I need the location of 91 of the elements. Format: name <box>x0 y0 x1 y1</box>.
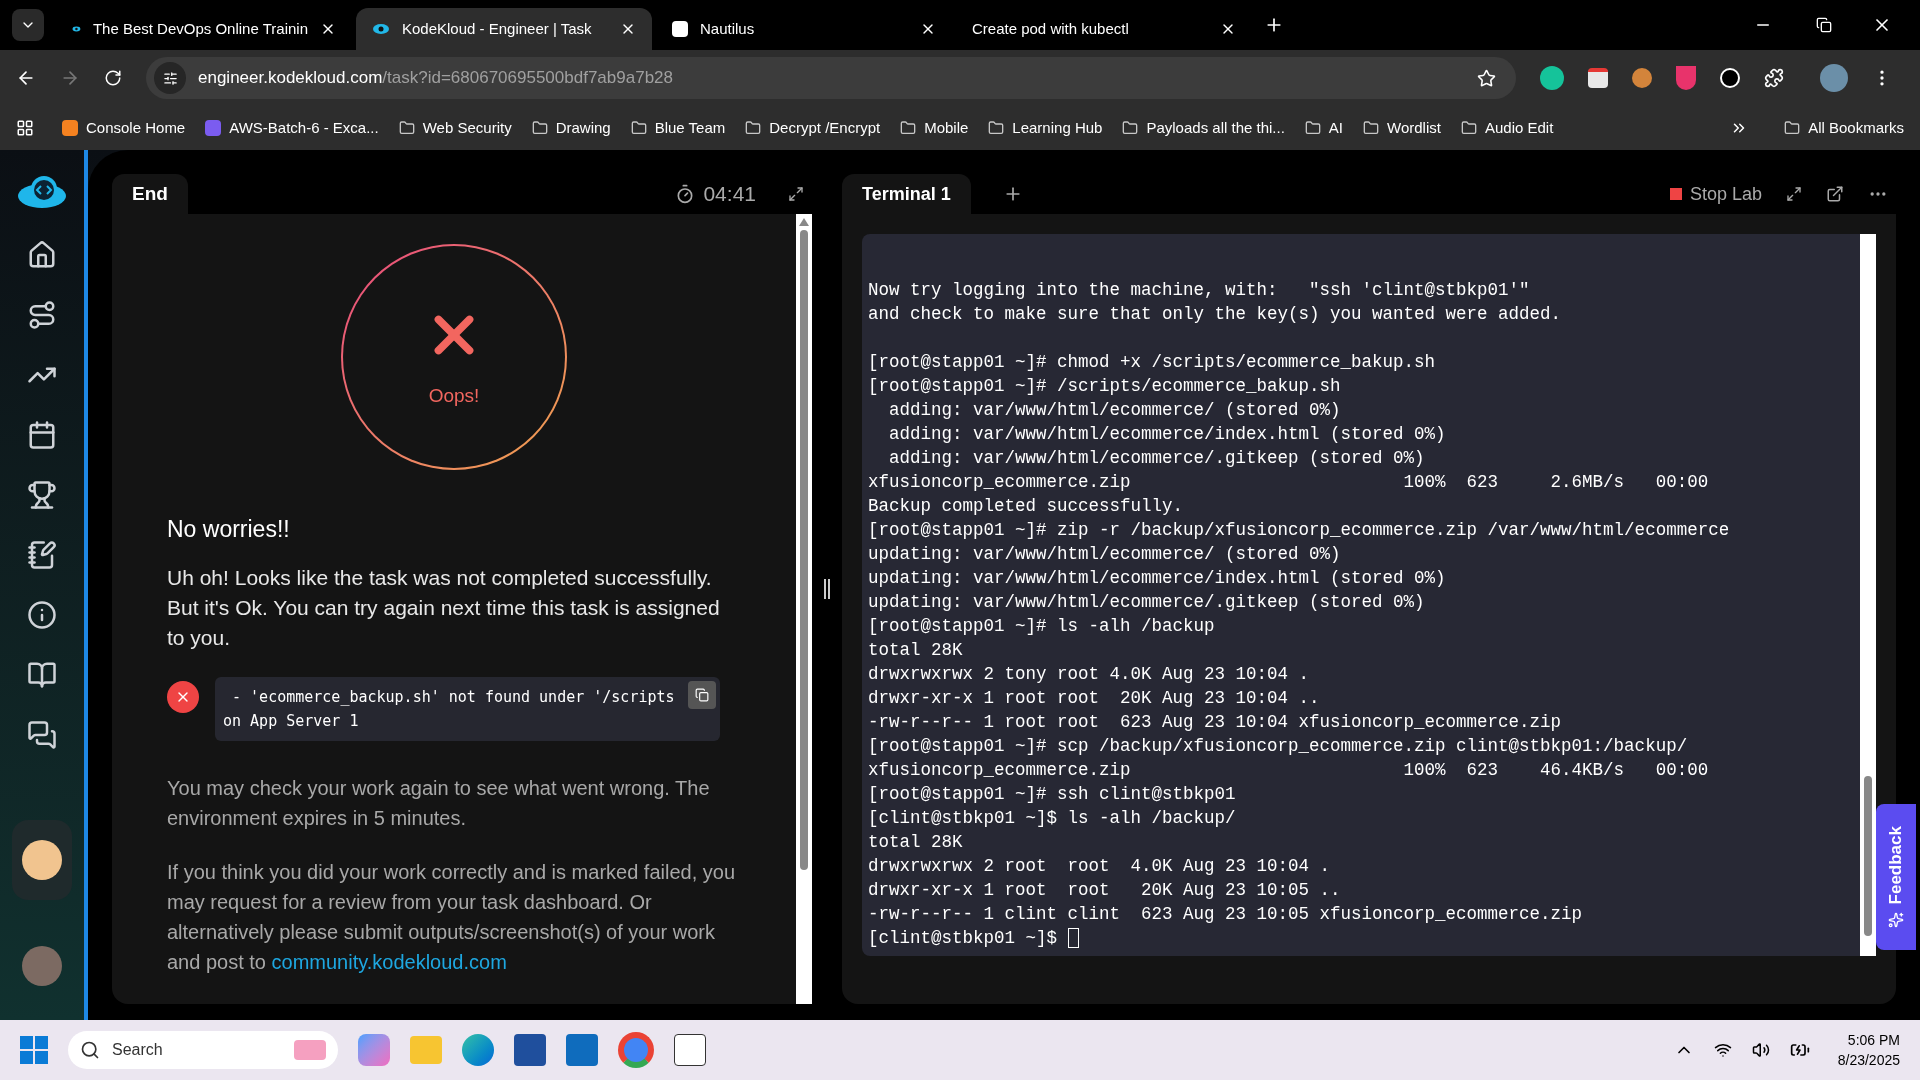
folder-icon <box>745 120 762 136</box>
chat-icon[interactable] <box>27 720 57 750</box>
timer-text: 04:41 <box>703 181 756 208</box>
folder-icon <box>900 120 917 136</box>
profile-avatar[interactable] <box>22 946 62 986</box>
folder-icon <box>988 120 1005 136</box>
result-heading: No worries!! <box>167 515 291 544</box>
external-link-icon[interactable] <box>1826 185 1844 203</box>
folder-icon <box>1304 120 1321 136</box>
bookmark-item[interactable]: Audio Edit <box>1460 116 1554 140</box>
browser-tab[interactable]: KodeKloud - Engineer | Task <box>356 8 652 50</box>
folder-icon <box>1784 120 1801 136</box>
stop-lab-button[interactable]: Stop Lab <box>1669 180 1762 208</box>
bookmark-star-icon[interactable] <box>1477 68 1496 88</box>
tab-title: The Best DevOps Online Trainin <box>92 18 308 39</box>
sparkle-icon <box>1888 912 1904 929</box>
calendar-extension-icon[interactable] <box>1588 68 1608 88</box>
bookmark-item[interactable]: Wordlist <box>1363 116 1441 140</box>
home-icon[interactable] <box>27 240 57 270</box>
folder-icon <box>630 120 647 136</box>
resize-handle[interactable] <box>824 579 830 599</box>
bookmark-item[interactable]: Decrypt /Encrypt <box>745 116 881 140</box>
error-output: - 'ecommerce_backup.sh' not found under '/scripts on App Server 1 <box>215 676 720 741</box>
book-icon[interactable] <box>27 660 57 690</box>
bookmark-item[interactable]: Drawing <box>531 116 611 140</box>
address-bar[interactable]: engineer.kodekloud.com/task?id=680670695500bdf7ab9a7b28 <box>146 57 1516 99</box>
volume-icon[interactable] <box>1751 1041 1770 1059</box>
terminal-tab[interactable]: Terminal 1 <box>842 174 971 214</box>
end-tab[interactable]: End <box>112 174 188 214</box>
cloud-logo-icon[interactable] <box>16 174 68 210</box>
folder-icon <box>1122 120 1139 136</box>
review-text: If you think you did your work correctly and is marked failed, you may request for a review from your task dashboard. Or alternatively please submit outputs/screenshot(s) of your work and post to community.kodekloud.com <box>167 859 737 975</box>
bookmark-item[interactable]: Console Home <box>62 116 186 140</box>
note-text: You may check your work again to see what went wrong. The environment expires in 5 minutes. <box>167 775 711 831</box>
shield-extension-icon[interactable] <box>1676 66 1696 90</box>
user-avatar[interactable] <box>22 840 62 880</box>
scrollbar[interactable] <box>1860 234 1876 956</box>
bookmark-item[interactable]: Blue Team <box>630 116 726 140</box>
tab-title: Create pod with kubectl <box>972 18 1129 39</box>
folder-icon <box>1460 120 1477 136</box>
cube-icon <box>62 120 78 136</box>
path-icon[interactable] <box>27 300 57 330</box>
clock[interactable]: 5:06 PM 8/23/2025 <box>1837 1030 1900 1070</box>
bookmark-item[interactable]: AI <box>1304 116 1344 140</box>
calendar-icon[interactable] <box>27 420 57 450</box>
feedback-button[interactable]: Feedback <box>1876 804 1916 950</box>
tab-title: Nautilus <box>700 18 755 39</box>
status-text: Oops! <box>428 383 480 408</box>
circle-extension-icon[interactable] <box>1720 68 1740 88</box>
url-text: engineer.kodekloud.com/task?id=680670695500bdf7ab9a7b28 <box>198 67 674 90</box>
community-link[interactable]: community.kodekloud.com <box>271 950 507 973</box>
info-icon[interactable] <box>27 600 57 630</box>
browser-tab[interactable]: The Best DevOps Online Trainin <box>56 8 352 50</box>
profile-avatar[interactable] <box>1820 64 1848 92</box>
restore-icon[interactable] <box>1816 17 1832 33</box>
folder-icon <box>531 120 548 136</box>
bookmark-item[interactable]: Payloads all the thi... <box>1122 116 1285 140</box>
trophy-icon[interactable] <box>27 480 57 510</box>
copy-button[interactable] <box>688 680 716 709</box>
extensions-icon[interactable] <box>1764 68 1784 88</box>
result-message: Uh oh! Looks like the task was not completed successfully. But it's Ok. You can try again next time this task is assigned to you. <box>167 564 721 651</box>
copy-icon <box>695 687 709 702</box>
wifi-icon[interactable] <box>1713 1041 1732 1059</box>
folder-icon <box>1363 120 1380 136</box>
cloud-icon <box>372 23 390 35</box>
reload-icon[interactable] <box>104 69 122 87</box>
all-bookmarks-item[interactable]: All Bookmarks <box>1784 116 1904 140</box>
tab-title: KodeKloud - Engineer | Task <box>402 18 592 39</box>
site-info-button[interactable] <box>154 62 186 94</box>
scroll-up-icon[interactable] <box>799 218 809 226</box>
sliders-icon <box>162 70 178 86</box>
browser-tab[interactable]: Create pod with kubectl <box>956 8 1252 50</box>
browser-tab[interactable]: Nautilus <box>656 8 952 50</box>
tools-icon <box>205 120 222 136</box>
tab-list-button[interactable] <box>12 9 44 41</box>
page-icon <box>672 21 688 37</box>
apps-icon[interactable] <box>16 119 34 137</box>
bookmark-item[interactable]: AWS-Batch-6 - Exca... <box>205 116 379 140</box>
stop-icon <box>1669 188 1682 200</box>
taskbar-search[interactable]: Search <box>68 1031 338 1069</box>
bookmark-item[interactable]: Learning Hub <box>988 116 1103 140</box>
notebook-icon[interactable] <box>27 540 57 570</box>
cursor <box>1067 928 1079 948</box>
windows-icon[interactable] <box>20 1036 48 1064</box>
expand-icon[interactable] <box>1786 186 1802 202</box>
bookmark-item[interactable]: Web Security <box>398 116 512 140</box>
scrollbar[interactable] <box>796 214 812 1004</box>
expand-icon[interactable] <box>788 186 804 202</box>
bookmark-item[interactable]: Mobile <box>900 116 969 140</box>
folder-icon <box>398 120 415 136</box>
search-icon <box>80 1040 100 1060</box>
